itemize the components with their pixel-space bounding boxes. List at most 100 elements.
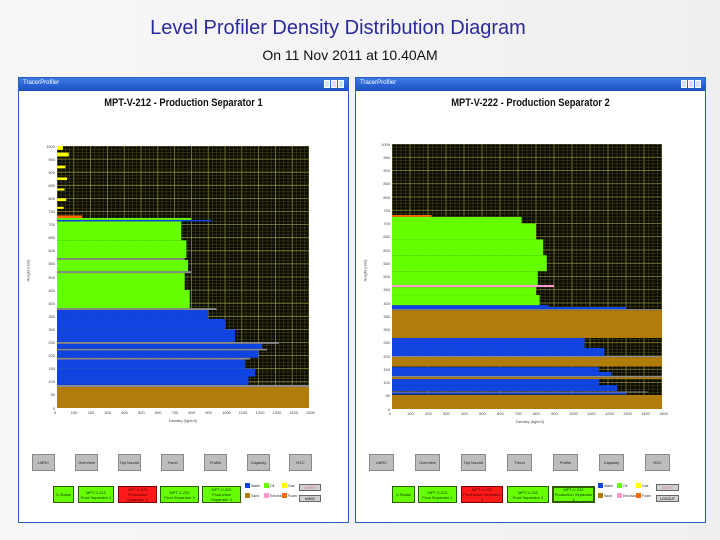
x-tick-label: 200 [425, 411, 432, 416]
window-titlebar[interactable]: TracerProfiler [19, 78, 348, 91]
y-tick-label: 50 [50, 392, 55, 398]
legend-emulsion: Emulsion [617, 493, 637, 498]
y-axis-label: Height (mm) [362, 259, 368, 282]
density-band-water [392, 385, 617, 391]
legend-oil: Oil [264, 483, 274, 488]
vessel-button-v232[interactable]: MPT-V-232 Prod Separator 3 [160, 486, 199, 503]
x-tick-label: 700 [515, 411, 522, 416]
nav-button-overview[interactable]: Overview [415, 454, 440, 471]
vessel-button-v222[interactable]: MPT-V-222 Production Separator 2 [461, 486, 503, 503]
x-tick-label: 1300 [272, 410, 282, 415]
nav-button-lmrc[interactable]: LMRC [32, 454, 55, 471]
density-band-oil [392, 216, 522, 224]
vessel-button-v232[interactable]: MPT-V-232 Prod Separator 3 [507, 486, 549, 503]
profiler-window-1: TracerProfiler MPT-V-212 - Production Se… [18, 77, 349, 523]
x-tick-label: 400 [461, 411, 468, 416]
y-tick-label: 0 [387, 406, 390, 412]
profiler-window-2: TracerProfiler MPT-V-222 - Production Se… [355, 77, 706, 523]
minimize-button[interactable] [681, 80, 687, 88]
y-tick-label: 350 [48, 313, 55, 319]
mimic-button[interactable]: MIMIC [299, 495, 321, 502]
nav-button-capacity[interactable]: Capacity [599, 454, 624, 471]
density-band-water [57, 329, 236, 342]
vessel-button-v212[interactable]: MPT-V-212 Prod Separator 1 [418, 486, 457, 503]
density-band-gas [57, 177, 68, 181]
slide-subtitle: On 11 Nov 2011 at 10.40AM [262, 47, 438, 63]
density-band-oil [57, 218, 192, 220]
vessel-button-v222[interactable]: MPT-V-222 Production Separator 2 [118, 486, 157, 503]
vessel-button-v212[interactable]: MPT-V-212 Prod Separator 1 [78, 486, 114, 503]
phase-legend: Water Oil Gas Sand Emulsion Foam [598, 483, 652, 503]
nav-button-top-nozzle[interactable]: Top Nozzle [118, 454, 141, 471]
logout-button[interactable]: LOGOUT [656, 495, 679, 502]
x-tick-label: 1000 [569, 411, 578, 416]
density-band-interface [57, 341, 279, 344]
y-tick-label: 200 [48, 353, 55, 359]
alert-button[interactable]: ALERT [299, 484, 321, 491]
y-tick-label: 100 [48, 379, 55, 385]
density-plot: 0 100 200 300 400 500 600 700 800 900 1000 1100 1200… [46, 144, 315, 416]
density-chart-svg [392, 144, 662, 409]
y-tick-label: 150 [383, 366, 390, 372]
y-tick-label: 850 [383, 181, 390, 187]
nav-button-rzc[interactable]: RZC [645, 454, 670, 471]
y-tick-label: 50 [385, 393, 390, 399]
x-tick-label: 600 [154, 410, 162, 415]
x-tick-label: 900 [205, 410, 212, 415]
nav-button-overview[interactable]: Overview [75, 454, 98, 471]
nav-button-rzc[interactable]: RZC [289, 454, 312, 471]
x-tick-label: 1500 [306, 410, 315, 415]
nav-button-trend[interactable]: Trend [161, 454, 184, 471]
x-tick-label: 300 [443, 411, 450, 416]
close-button[interactable] [338, 80, 344, 88]
density-band-water [57, 350, 259, 358]
density-band-water [392, 392, 626, 395]
window-titlebar[interactable]: TracerProfiler [356, 78, 705, 91]
density-band-foam [57, 215, 83, 219]
x-axis-label: Density (kg/m3) [516, 419, 545, 424]
y-tick-label: 800 [383, 194, 390, 200]
x-axis-label: Density (kg/m3) [169, 418, 198, 423]
y-tick-label: 800 [48, 195, 55, 201]
density-band-sand [392, 310, 662, 338]
y-tick-label: 900 [383, 168, 390, 173]
maximize-button[interactable] [331, 80, 337, 88]
y-tick-label: 850 [48, 182, 55, 188]
legend-gas: Gas [282, 483, 294, 488]
density-band-interface [392, 356, 662, 358]
density-band-oil [392, 271, 538, 285]
density-plot: 0 100 200 300 400 500 600 700 800 900 1000 1100 1200… [381, 142, 668, 417]
x-tick-label: 700 [171, 410, 179, 415]
maximize-button[interactable] [688, 80, 694, 88]
y-tick-label: 250 [383, 340, 390, 346]
nav-button-trend[interactable]: Trend [507, 454, 532, 471]
density-band-foam [392, 215, 432, 217]
density-band-oil [392, 295, 540, 306]
legend-sand: Sand [245, 493, 259, 498]
nav-button-lmrc[interactable]: LMRC [369, 454, 394, 471]
density-band-sand [392, 377, 662, 380]
vessel-status-button[interactable]: V-Status [53, 486, 74, 503]
y-tick-label: 100 [383, 380, 390, 385]
density-band-sand [392, 357, 662, 367]
close-button[interactable] [695, 80, 701, 88]
vessel-button-v242[interactable]: MPT-V-242 Production Separator 4 [202, 486, 241, 503]
x-tick-label: 1500 [659, 411, 668, 416]
minimize-button[interactable] [324, 80, 330, 88]
legend-sand: Sand [598, 493, 612, 498]
density-band-water [392, 337, 585, 349]
x-tick-label: 1000 [222, 410, 231, 415]
alert-button[interactable]: ALERT [656, 484, 679, 491]
nav-button-top-nozzle[interactable]: Top Nozzle [461, 454, 486, 471]
nav-button-profile[interactable]: Profile [204, 454, 227, 471]
vessel-button-v242[interactable]: MPT-V-242 Production Separator 4 [552, 486, 595, 503]
vessel-status-button[interactable]: V-Status [392, 486, 415, 503]
nav-button-profile[interactable]: Profile [553, 454, 578, 471]
x-tick-label: 100 [407, 411, 414, 416]
nav-button-capacity[interactable]: Capacity [247, 454, 270, 471]
x-tick-label: 1400 [641, 411, 650, 416]
y-tick-label: 950 [383, 154, 390, 160]
y-tick-label: 200 [383, 353, 390, 359]
x-tick-label: 500 [479, 411, 486, 416]
density-band-gas [57, 165, 66, 169]
